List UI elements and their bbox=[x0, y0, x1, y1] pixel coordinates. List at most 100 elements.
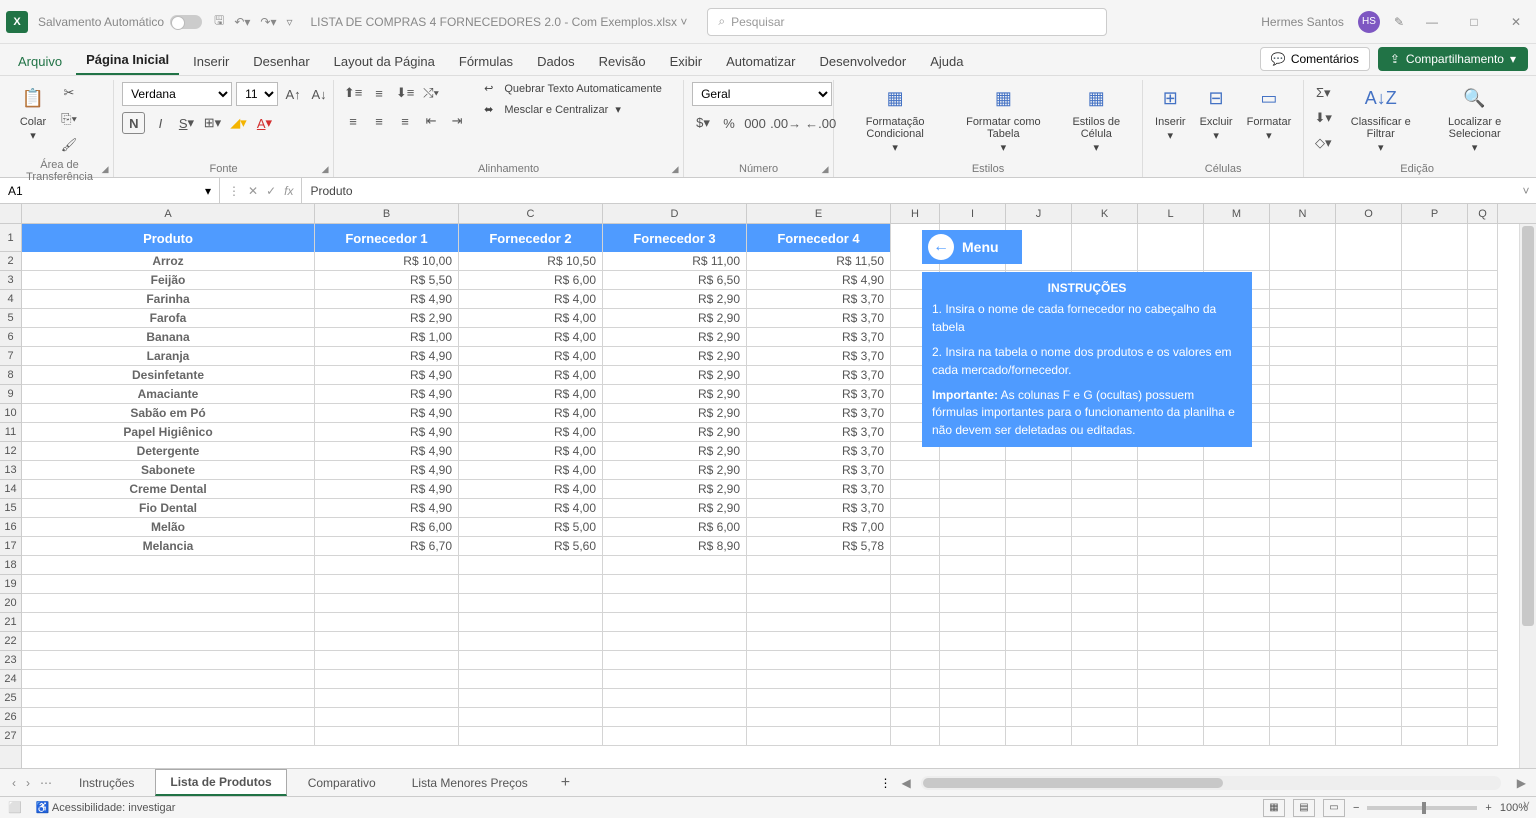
cell[interactable]: R$ 2,90 bbox=[603, 461, 747, 480]
cell[interactable] bbox=[940, 575, 1006, 594]
cell[interactable] bbox=[1468, 575, 1498, 594]
cell[interactable] bbox=[1204, 252, 1270, 271]
cell[interactable] bbox=[1468, 309, 1498, 328]
tab-home[interactable]: Página Inicial bbox=[76, 46, 179, 75]
row-header[interactable]: 26 bbox=[0, 708, 21, 727]
cell[interactable] bbox=[603, 594, 747, 613]
comma-format-button[interactable]: 000 bbox=[744, 112, 766, 134]
cell[interactable] bbox=[747, 651, 891, 670]
cell[interactable] bbox=[940, 518, 1006, 537]
fill-button[interactable]: ⬇▾ bbox=[1312, 107, 1334, 129]
cell[interactable] bbox=[747, 594, 891, 613]
cell[interactable] bbox=[22, 556, 315, 575]
zoom-out-button[interactable]: − bbox=[1353, 802, 1359, 814]
cell[interactable]: R$ 8,90 bbox=[603, 537, 747, 556]
cell[interactable]: R$ 2,90 bbox=[603, 480, 747, 499]
cell[interactable] bbox=[1072, 594, 1138, 613]
cell[interactable] bbox=[22, 651, 315, 670]
minimize-button[interactable]: — bbox=[1418, 15, 1446, 29]
cell[interactable] bbox=[1468, 366, 1498, 385]
cell[interactable] bbox=[603, 613, 747, 632]
cell[interactable] bbox=[1270, 290, 1336, 309]
cell[interactable] bbox=[1468, 252, 1498, 271]
cell[interactable] bbox=[747, 613, 891, 632]
orientation-button[interactable]: ⤭▾ bbox=[420, 82, 442, 104]
row-header[interactable]: 13 bbox=[0, 461, 21, 480]
scrollbar-thumb[interactable] bbox=[1522, 226, 1534, 626]
cell[interactable] bbox=[1336, 385, 1402, 404]
cell[interactable] bbox=[1138, 224, 1204, 252]
cell[interactable]: R$ 5,50 bbox=[315, 271, 459, 290]
redo-icon[interactable]: ↷▾ bbox=[260, 15, 276, 29]
cell[interactable] bbox=[603, 689, 747, 708]
cell[interactable]: Detergente bbox=[22, 442, 315, 461]
cell[interactable] bbox=[1006, 480, 1072, 499]
column-header[interactable]: E bbox=[747, 204, 891, 223]
row-header[interactable]: 16 bbox=[0, 518, 21, 537]
cell[interactable]: Fornecedor 1 bbox=[315, 224, 459, 252]
format-cells-button[interactable]: ▭Formatar ▾ bbox=[1243, 82, 1296, 144]
row-header[interactable]: 22 bbox=[0, 632, 21, 651]
cell[interactable] bbox=[1006, 556, 1072, 575]
cell[interactable] bbox=[1072, 575, 1138, 594]
hscroll-right-icon[interactable]: ▶ bbox=[1513, 776, 1530, 790]
cell[interactable] bbox=[1270, 461, 1336, 480]
cell[interactable] bbox=[1072, 499, 1138, 518]
cell[interactable] bbox=[1402, 328, 1468, 347]
cell[interactable] bbox=[22, 575, 315, 594]
cell[interactable] bbox=[1336, 708, 1402, 727]
cell[interactable] bbox=[891, 651, 940, 670]
sort-filter-button[interactable]: A↓ZClassificar e Filtrar ▾ bbox=[1340, 82, 1421, 156]
cell[interactable] bbox=[315, 689, 459, 708]
cell[interactable]: R$ 4,90 bbox=[315, 480, 459, 499]
cell[interactable]: R$ 4,90 bbox=[315, 366, 459, 385]
cell[interactable] bbox=[1402, 290, 1468, 309]
cell[interactable] bbox=[1402, 252, 1468, 271]
cell[interactable]: R$ 4,90 bbox=[315, 347, 459, 366]
cell[interactable]: R$ 11,50 bbox=[747, 252, 891, 271]
cell[interactable] bbox=[940, 499, 1006, 518]
cell[interactable] bbox=[1138, 556, 1204, 575]
cell[interactable] bbox=[1138, 480, 1204, 499]
cell[interactable] bbox=[1006, 594, 1072, 613]
cell[interactable] bbox=[1336, 347, 1402, 366]
insert-cells-button[interactable]: ⊞Inserir ▾ bbox=[1151, 82, 1190, 144]
cell[interactable]: R$ 2,90 bbox=[603, 499, 747, 518]
cell[interactable] bbox=[1204, 461, 1270, 480]
cell[interactable] bbox=[1270, 632, 1336, 651]
tab-draw[interactable]: Desenhar bbox=[243, 48, 319, 75]
column-header[interactable]: B bbox=[315, 204, 459, 223]
cell[interactable]: Fornecedor 4 bbox=[747, 224, 891, 252]
cell[interactable] bbox=[1138, 252, 1204, 271]
format-painter-button[interactable]: 🖌 bbox=[58, 134, 80, 156]
user-avatar-icon[interactable]: HS bbox=[1358, 11, 1380, 33]
cell[interactable] bbox=[1336, 309, 1402, 328]
cell[interactable] bbox=[1402, 537, 1468, 556]
cell[interactable]: Papel Higiênico bbox=[22, 423, 315, 442]
cell[interactable] bbox=[1204, 632, 1270, 651]
cell[interactable] bbox=[459, 613, 603, 632]
cells-area[interactable]: ProdutoFornecedor 1Fornecedor 2Fornecedo… bbox=[22, 224, 1536, 768]
cell[interactable]: R$ 6,00 bbox=[459, 271, 603, 290]
cell[interactable] bbox=[1204, 537, 1270, 556]
cell[interactable] bbox=[891, 537, 940, 556]
cell[interactable] bbox=[1270, 480, 1336, 499]
cell[interactable] bbox=[1468, 594, 1498, 613]
cell[interactable] bbox=[603, 556, 747, 575]
row-header[interactable]: 25 bbox=[0, 689, 21, 708]
record-macro-icon[interactable]: ⬜ bbox=[8, 801, 22, 814]
column-header[interactable]: K bbox=[1072, 204, 1138, 223]
cell[interactable] bbox=[1072, 252, 1138, 271]
italic-button[interactable]: I bbox=[149, 112, 171, 134]
cell[interactable] bbox=[1468, 480, 1498, 499]
cell[interactable] bbox=[1006, 708, 1072, 727]
cell[interactable] bbox=[1468, 499, 1498, 518]
cell[interactable] bbox=[1468, 727, 1498, 746]
cell[interactable]: Amaciante bbox=[22, 385, 315, 404]
format-as-table-button[interactable]: ▦Formatar como Tabela ▾ bbox=[954, 82, 1052, 156]
fill-color-button[interactable]: ◢▾ bbox=[227, 112, 249, 134]
cell[interactable] bbox=[1468, 423, 1498, 442]
cell[interactable] bbox=[1138, 689, 1204, 708]
sheet-nav-more-icon[interactable]: ⋯ bbox=[40, 776, 52, 790]
row-header[interactable]: 6 bbox=[0, 328, 21, 347]
